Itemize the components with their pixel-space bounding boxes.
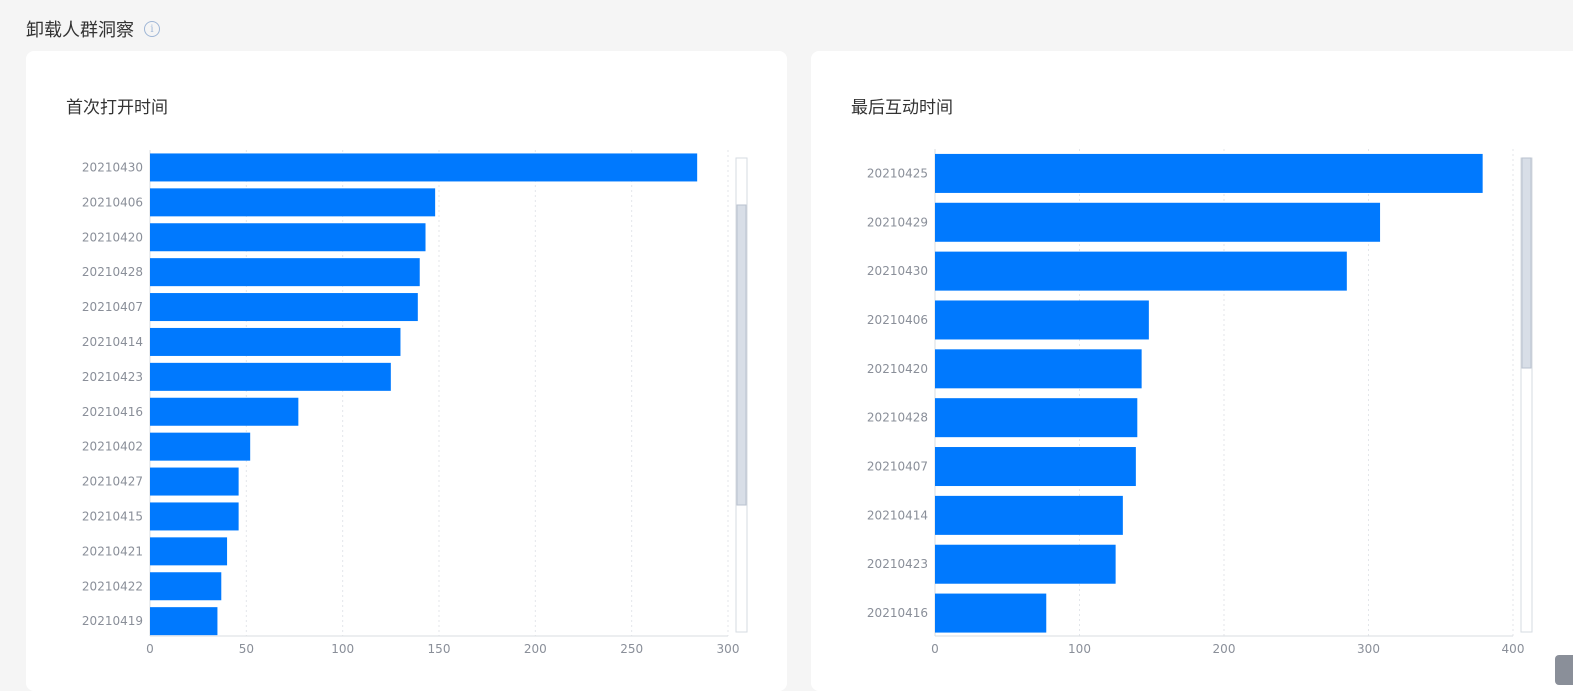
category-label: 20210406 xyxy=(867,313,928,327)
bar[interactable] xyxy=(935,349,1142,389)
bar[interactable] xyxy=(150,188,436,217)
x-tick-label: 200 xyxy=(524,642,547,656)
category-label: 20210416 xyxy=(82,405,143,419)
section-header: 卸载人群洞察 i xyxy=(26,16,160,42)
category-label: 20210423 xyxy=(82,370,143,384)
category-label: 20210407 xyxy=(867,460,928,474)
x-tick-label: 200 xyxy=(1213,642,1236,656)
bar[interactable] xyxy=(150,572,222,601)
category-label: 20210430 xyxy=(82,160,143,174)
category-label: 20210402 xyxy=(82,440,143,454)
bar-chart-first-open: 0 50 100 150 200 250 300 20210430 20210406 202104… xyxy=(82,150,748,656)
bar[interactable] xyxy=(150,153,698,182)
bar[interactable] xyxy=(935,495,1123,535)
zoom-slider-thumb[interactable] xyxy=(736,204,747,506)
zoom-slider-thumb[interactable] xyxy=(1521,157,1532,369)
category-label: 20210419 xyxy=(82,614,143,628)
info-icon[interactable]: i xyxy=(144,21,160,37)
category-label: 20210429 xyxy=(867,215,928,229)
category-label: 20210422 xyxy=(82,579,143,593)
x-tick-label: 250 xyxy=(620,642,643,656)
bar[interactable] xyxy=(150,432,251,461)
bar[interactable] xyxy=(150,397,299,426)
category-label: 20210420 xyxy=(867,362,928,376)
category-label: 20210407 xyxy=(82,300,143,314)
bar[interactable] xyxy=(935,447,1136,487)
bar[interactable] xyxy=(150,502,239,531)
category-label: 20210414 xyxy=(867,508,928,522)
category-label: 20210428 xyxy=(867,411,928,425)
category-label: 20210421 xyxy=(82,544,143,558)
x-tick-label: 50 xyxy=(239,642,254,656)
bar[interactable] xyxy=(935,300,1149,340)
bar[interactable] xyxy=(935,593,1047,633)
category-label: 20210430 xyxy=(867,264,928,278)
x-tick-label: 100 xyxy=(331,642,354,656)
bar[interactable] xyxy=(935,398,1138,438)
category-label: 20210428 xyxy=(82,265,143,279)
x-tick-label: 300 xyxy=(717,642,740,656)
bar[interactable] xyxy=(935,544,1116,584)
chart-card-first-open: 首次打开时间 0 50 100 150 200 250 300 20210430 2021040… xyxy=(26,51,787,691)
section-title: 卸载人群洞察 xyxy=(26,20,134,41)
bar[interactable] xyxy=(935,202,1381,242)
category-label: 20210415 xyxy=(82,509,143,523)
bar-chart-last-interaction: 0 100 200 300 400 20210425 20210429 20210430 202… xyxy=(867,149,1533,656)
x-tick-label: 400 xyxy=(1502,642,1525,656)
category-label: 20210425 xyxy=(867,166,928,180)
category-label: 20210420 xyxy=(82,230,143,244)
bar[interactable] xyxy=(150,258,420,287)
x-tick-label: 0 xyxy=(931,642,939,656)
category-label: 20210427 xyxy=(82,475,143,489)
bar[interactable] xyxy=(150,537,228,566)
x-tick-label: 0 xyxy=(146,642,154,656)
category-label: 20210414 xyxy=(82,335,143,349)
bar[interactable] xyxy=(150,223,426,252)
x-tick-label: 100 xyxy=(1068,642,1091,656)
category-label: 20210416 xyxy=(867,606,928,620)
chart-card-last-interaction: 最后互动时间 0 100 200 300 400 20210425 20210429 2021… xyxy=(811,51,1573,691)
x-tick-label: 150 xyxy=(428,642,451,656)
bar[interactable] xyxy=(150,467,239,496)
category-label: 20210406 xyxy=(82,195,143,209)
category-label: 20210423 xyxy=(867,557,928,571)
bar[interactable] xyxy=(935,153,1483,193)
bar[interactable] xyxy=(935,251,1347,291)
bar[interactable] xyxy=(150,362,391,391)
bar[interactable] xyxy=(150,607,218,636)
bar[interactable] xyxy=(150,293,418,322)
x-tick-label: 300 xyxy=(1357,642,1380,656)
bar[interactable] xyxy=(150,327,401,356)
